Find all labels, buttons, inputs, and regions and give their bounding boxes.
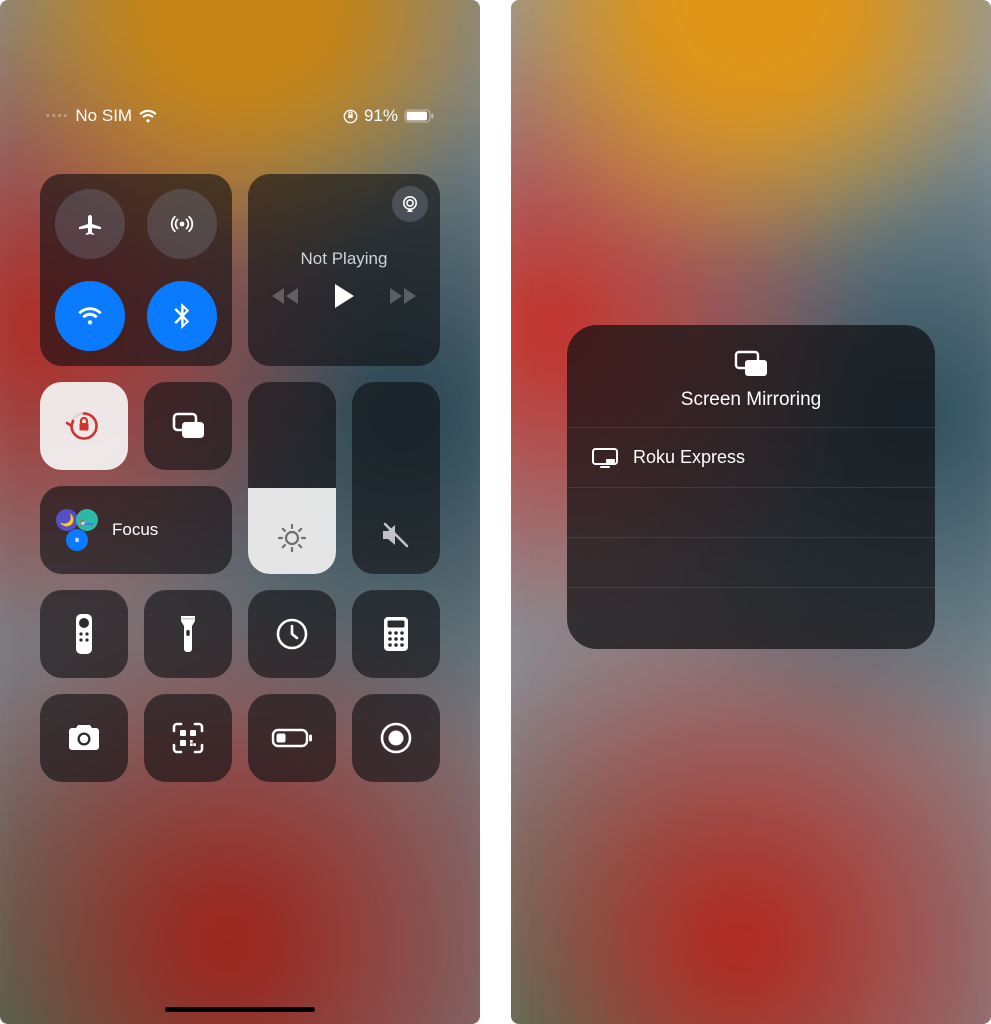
media-module[interactable]: Not Playing: [248, 174, 440, 366]
mute-icon: [352, 520, 440, 550]
mirror-device-row[interactable]: Roku Express: [567, 427, 935, 487]
focus-button[interactable]: 🌙 🛏️ ⏸ Focus: [40, 486, 232, 574]
media-title: Not Playing: [301, 249, 388, 269]
airplay-audio-button[interactable]: [392, 186, 428, 222]
tv-icon: [591, 447, 619, 469]
orientation-lock-button[interactable]: [40, 382, 128, 470]
qr-scan-button[interactable]: [144, 694, 232, 782]
screen-mirroring-popup: Screen Mirroring Roku Express: [567, 325, 935, 649]
screen-mirroring-button[interactable]: [144, 382, 232, 470]
mirror-empty-row: [567, 587, 935, 637]
brightness-slider[interactable]: [248, 382, 336, 574]
mirror-empty-row: [567, 537, 935, 587]
wifi-toggle[interactable]: [55, 281, 125, 351]
status-bar: •••• No SIM 91%: [0, 106, 480, 126]
timer-button[interactable]: [248, 590, 336, 678]
media-controls: [271, 283, 417, 309]
flashlight-button[interactable]: [144, 590, 232, 678]
camera-button[interactable]: [40, 694, 128, 782]
low-power-mode-button[interactable]: [248, 694, 336, 782]
focus-icons: 🌙 🛏️ ⏸: [56, 509, 98, 551]
control-center-screenshot: •••• No SIM 91%: [0, 0, 480, 1024]
cell-dots: ••••: [46, 110, 69, 122]
rewind-button[interactable]: [271, 287, 299, 305]
brightness-icon: [248, 522, 336, 554]
home-indicator[interactable]: [165, 1007, 315, 1012]
mirror-device-name: Roku Express: [633, 447, 745, 468]
screen-record-button[interactable]: [352, 694, 440, 782]
wifi-status-icon: [138, 109, 158, 124]
apple-tv-remote-button[interactable]: [40, 590, 128, 678]
orientation-lock-status-icon: [343, 109, 358, 124]
calculator-button[interactable]: [352, 590, 440, 678]
airplane-mode-toggle[interactable]: [55, 189, 125, 259]
control-center-grid: Not Playing: [40, 174, 440, 782]
battery-pct: 91%: [364, 106, 398, 126]
volume-slider[interactable]: [352, 382, 440, 574]
bluetooth-toggle[interactable]: [147, 281, 217, 351]
carrier-label: No SIM: [75, 106, 132, 126]
screen-mirroring-icon: [731, 349, 771, 379]
mirror-empty-row: [567, 487, 935, 537]
screen-mirroring-screenshot: Screen Mirroring Roku Express: [511, 0, 991, 1024]
screen-mirroring-title: Screen Mirroring: [681, 389, 821, 411]
cellular-data-toggle[interactable]: [147, 189, 217, 259]
focus-label: Focus: [112, 520, 158, 540]
battery-icon: [404, 109, 434, 123]
play-button[interactable]: [333, 283, 355, 309]
forward-button[interactable]: [389, 287, 417, 305]
connectivity-module[interactable]: [40, 174, 232, 366]
